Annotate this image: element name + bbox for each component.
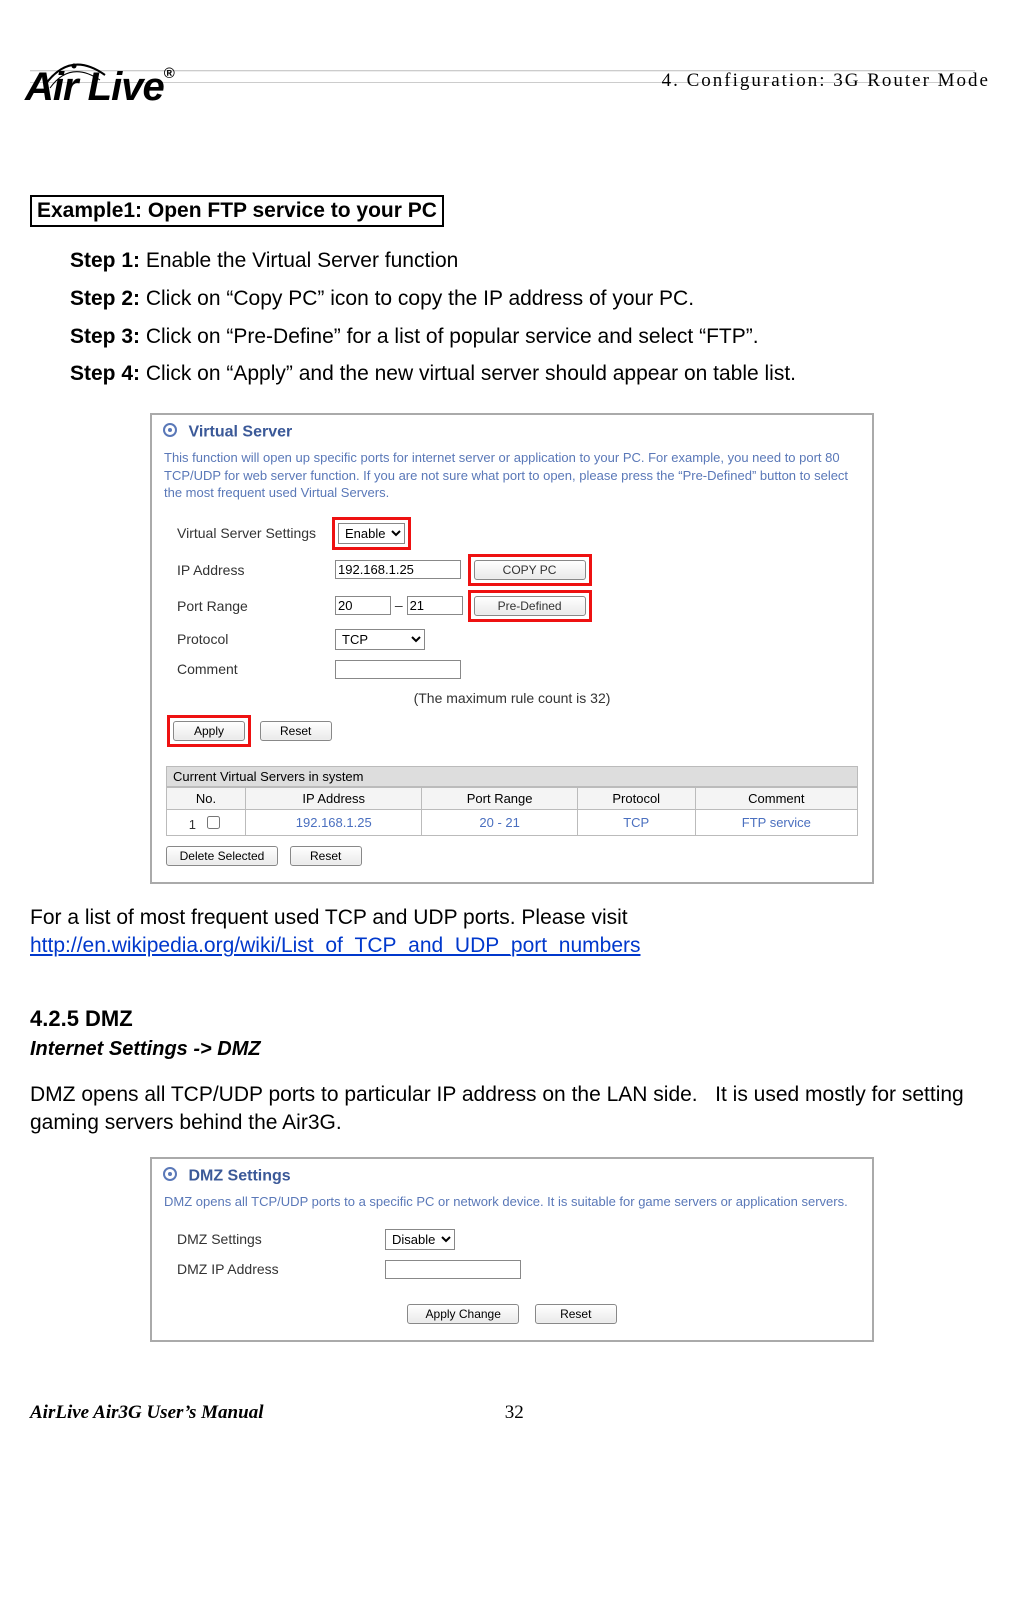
apply-button[interactable]: Apply bbox=[173, 721, 245, 741]
vs-comment-label: Comment bbox=[174, 656, 330, 683]
step-3-text: Click on “Pre-Define” for a list of popu… bbox=[140, 325, 759, 348]
delete-selected-button[interactable]: Delete Selected bbox=[166, 846, 278, 866]
vs-port-label: Port Range bbox=[174, 589, 330, 623]
dmz-apply-button[interactable]: Apply Change bbox=[407, 1304, 519, 1324]
manual-title: AirLive Air3G User’s Manual bbox=[30, 1402, 263, 1424]
row-ip: 192.168.1.25 bbox=[246, 809, 422, 835]
step-2: Step 2: Click on “Copy PC” icon to copy … bbox=[70, 280, 975, 318]
step-3: Step 3: Click on “Pre-Define” for a list… bbox=[70, 318, 975, 356]
vs-port-from-input[interactable] bbox=[335, 596, 391, 615]
table-row: 1 192.168.1.25 20 - 21 TCP FTP service bbox=[167, 809, 858, 835]
step-1-label: Step 1: bbox=[70, 249, 140, 272]
gear-icon bbox=[162, 1166, 178, 1187]
col-comment: Comment bbox=[695, 787, 857, 809]
copy-pc-button[interactable]: COPY PC bbox=[474, 560, 586, 580]
virtual-server-screenshot: Virtual Server This function will open u… bbox=[150, 413, 874, 884]
ports-text: For a list of most frequent used TCP and… bbox=[30, 906, 628, 929]
reset-button[interactable]: Reset bbox=[260, 721, 332, 741]
vs-settings-label: Virtual Server Settings bbox=[174, 516, 330, 551]
vs-form: Virtual Server Settings Enable IP Addres… bbox=[172, 514, 594, 685]
dmz-panel-header: DMZ Settings bbox=[152, 1159, 872, 1191]
dmz-ip-input[interactable] bbox=[385, 1260, 521, 1279]
dmz-paragraph: DMZ opens all TCP/UDP ports to particula… bbox=[30, 1081, 975, 1138]
step-4-label: Step 4: bbox=[70, 362, 140, 385]
vs-list-title: Current Virtual Servers in system bbox=[166, 766, 858, 787]
vs-proto-select[interactable]: TCP bbox=[335, 629, 425, 650]
row-no: 1 bbox=[189, 817, 196, 832]
wikipedia-ports-link[interactable]: http://en.wikipedia.org/wiki/List_of_TCP… bbox=[30, 934, 641, 957]
gear-icon bbox=[162, 422, 178, 443]
step-1-text: Enable the Virtual Server function bbox=[140, 249, 458, 272]
dmz-screenshot: DMZ Settings DMZ opens all TCP/UDP ports… bbox=[150, 1157, 874, 1342]
step-2-label: Step 2: bbox=[70, 287, 140, 310]
pre-defined-button[interactable]: Pre-Defined bbox=[474, 596, 586, 616]
page-number: 32 bbox=[505, 1402, 524, 1424]
row-checkbox[interactable] bbox=[207, 816, 220, 829]
step-3-label: Step 3: bbox=[70, 325, 140, 348]
vs-panel-description: This function will open up specific port… bbox=[152, 447, 872, 510]
step-4-text: Click on “Apply” and the new virtual ser… bbox=[140, 362, 796, 385]
row-comment: FTP service bbox=[695, 809, 857, 835]
vs-panel-title: Virtual Server bbox=[188, 424, 292, 441]
vs-panel-header: Virtual Server bbox=[152, 415, 872, 447]
row-pr: 20 - 21 bbox=[422, 809, 577, 835]
chapter-title: 4. Configuration: 3G Router Mode bbox=[662, 70, 990, 92]
dmz-settings-label: DMZ Settings bbox=[174, 1225, 380, 1254]
vs-data-table: No. IP Address Port Range Protocol Comme… bbox=[166, 787, 858, 836]
col-proto: Protocol bbox=[577, 787, 695, 809]
airlive-logo: Air Live® bbox=[25, 65, 174, 110]
dmz-panel-description: DMZ opens all TCP/UDP ports to a specifi… bbox=[152, 1191, 872, 1219]
dmz-reset-button[interactable]: Reset bbox=[535, 1304, 617, 1324]
example-heading: Example1: Open FTP service to your PC bbox=[30, 195, 444, 227]
step-2-text: Click on “Copy PC” icon to copy the IP a… bbox=[140, 287, 694, 310]
dmz-settings-select[interactable]: Disable bbox=[385, 1229, 455, 1250]
row-proto: TCP bbox=[577, 809, 695, 835]
vs-comment-input[interactable] bbox=[335, 660, 461, 679]
dmz-heading: 4.2.5 DMZ bbox=[30, 1006, 975, 1032]
col-ip: IP Address bbox=[246, 787, 422, 809]
dmz-ip-label: DMZ IP Address bbox=[174, 1256, 380, 1283]
vs-max-note: (The maximum rule count is 32) bbox=[152, 690, 872, 712]
col-portrange: Port Range bbox=[422, 787, 577, 809]
dmz-breadcrumb: Internet Settings -> DMZ bbox=[30, 1038, 975, 1061]
dmz-panel-title: DMZ Settings bbox=[188, 1168, 290, 1185]
port-range-separator: – bbox=[395, 597, 407, 613]
reset-button-2[interactable]: Reset bbox=[290, 846, 362, 866]
steps-list: Step 1: Enable the Virtual Server functi… bbox=[70, 242, 975, 393]
vs-port-to-input[interactable] bbox=[407, 596, 463, 615]
vs-ip-label: IP Address bbox=[174, 553, 330, 587]
registered-mark: ® bbox=[164, 65, 174, 82]
col-no: No. bbox=[167, 787, 246, 809]
vs-settings-select[interactable]: Enable bbox=[338, 523, 405, 544]
step-4: Step 4: Click on “Apply” and the new vir… bbox=[70, 355, 975, 393]
page-footer: AirLive Air3G User’s Manual 32 bbox=[30, 1402, 975, 1434]
page-header: Air Live® 4. Configuration: 3G Router Mo… bbox=[30, 70, 975, 170]
step-1: Step 1: Enable the Virtual Server functi… bbox=[70, 242, 975, 280]
vs-ip-input[interactable] bbox=[335, 560, 461, 579]
vs-proto-label: Protocol bbox=[174, 625, 330, 654]
